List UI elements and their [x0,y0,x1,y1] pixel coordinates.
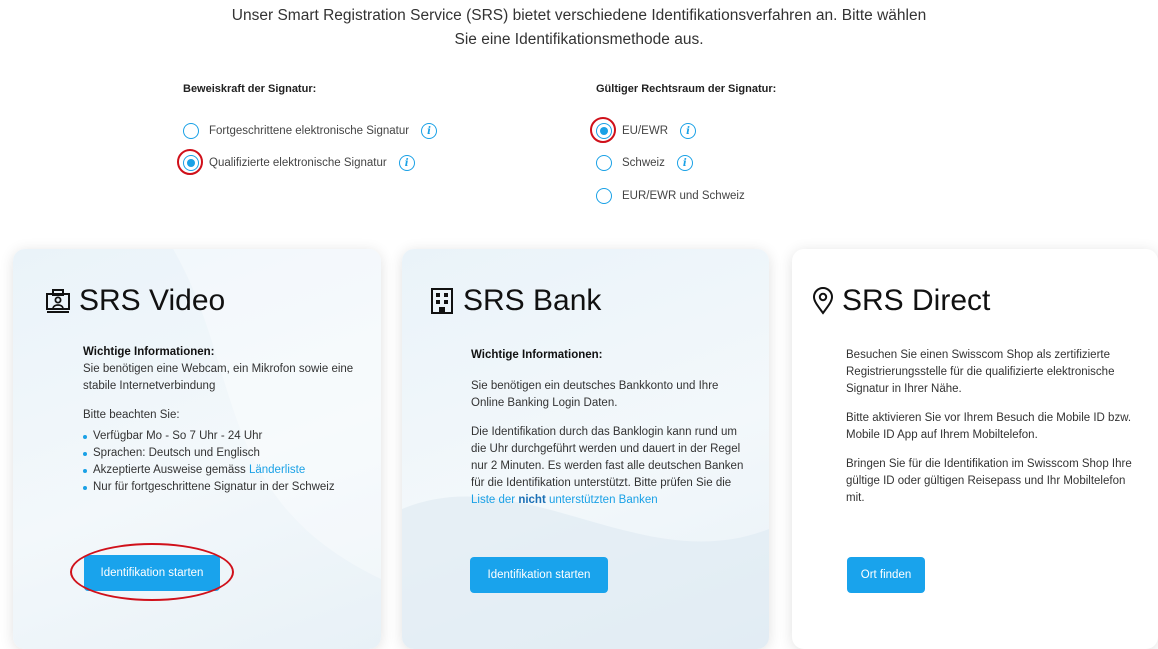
radio-selected-dot [187,159,195,167]
info-icon[interactable]: i [680,123,696,139]
bank-building-icon [431,288,453,314]
radio-advanced-signature[interactable]: Fortgeschrittene elektronische Signatur … [183,120,438,142]
radio-selected-dot [600,127,608,135]
info-icon[interactable]: i [676,155,693,171]
info-icon[interactable]: i [398,155,415,171]
radio-button[interactable] [596,123,612,139]
country-list-link[interactable]: Länderliste [249,464,305,476]
note-heading: Bitte beachten Sie: [83,409,180,421]
radio-button[interactable] [596,155,612,171]
radio-eu-ewr[interactable]: EU/EWR i [590,117,696,143]
card-title-text: SRS Bank [463,284,602,317]
card-title: SRS Video [45,284,225,318]
radio-label: Qualifizierte elektronische Signatur [209,157,387,169]
video-id-icon [46,289,70,313]
card-title: SRS Bank [429,284,601,318]
radio-label: EUR/EWR und Schweiz [622,190,745,202]
jurisdiction-title: Gültiger Rechtsraum der Signatur: [596,83,777,95]
intro-line-2: Sie eine Identifikationsmethode aus. [454,31,704,48]
card-srs-bank: SRS Bank Wichtige Informationen: Sie ben… [402,249,769,649]
bank-para-1: Sie benötigen ein deutsches Bankkonto un… [471,380,719,409]
start-bank-identification-button[interactable]: Identifikation starten [470,557,608,593]
radio-label: Schweiz [622,157,665,169]
radio-eur-ewr-schweiz[interactable]: EUR/EWR und Schweiz [596,185,745,207]
radio-button[interactable] [183,155,199,171]
card-title-text: SRS Video [79,284,226,317]
intro-text: Unser Smart Registration Service (SRS) b… [0,4,1158,52]
card-body: Wichtige Informationen: Sie benötigen ei… [83,344,358,496]
card-body: Besuchen Sie einen Swisscom Shop als zer… [846,347,1141,519]
card-srs-direct: SRS Direct Besuchen Sie einen Swisscom S… [792,249,1158,649]
find-location-button[interactable]: Ort finden [847,557,925,593]
info-heading: Wichtige Informationen: [471,349,603,361]
card-title: SRS Direct [812,284,990,318]
card-body: Wichtige Informationen: Sie benötigen ei… [471,347,751,521]
info-text: Sie benötigen eine Webcam, ein Mikrofon … [83,363,354,392]
direct-para-1: Besuchen Sie einen Swisscom Shop als zer… [846,349,1115,395]
list-item-text: Akzeptierte Ausweise gemäss [93,464,249,476]
list-item: Verfügbar Mo - So 7 Uhr - 24 Uhr [83,428,358,445]
bank-para-2-text: Die Identifikation durch das Banklogin k… [471,426,744,489]
card-srs-video: SRS Video Wichtige Informationen: Sie be… [13,249,381,649]
radio-button[interactable] [596,188,612,204]
radio-button[interactable] [183,123,199,139]
bank-para-2: Die Identifikation durch das Banklogin k… [471,424,751,509]
location-pin-icon [812,287,834,315]
link-part-2: unterstützten Banken [545,494,658,506]
radio-schweiz[interactable]: Schweiz i [596,152,693,174]
intro-line-1: Unser Smart Registration Service (SRS) b… [231,7,927,24]
direct-para-3: Bringen Sie für die Identifikation im Sw… [846,458,1132,504]
list-item: Nur für fortgeschrittene Signatur in der… [83,479,358,496]
list-item: Akzeptierte Ausweise gemäss Länderliste [83,462,358,479]
radio-label: EU/EWR [622,125,668,137]
list-item: Sprachen: Deutsch und Englisch [83,445,358,462]
card-title-text: SRS Direct [842,284,991,317]
bullet-list: Verfügbar Mo - So 7 Uhr - 24 Uhr Sprache… [83,428,358,496]
info-heading: Wichtige Informationen: [83,346,215,358]
radio-qualified-signature[interactable]: Qualifizierte elektronische Signatur i [177,149,415,175]
start-video-identification-button[interactable]: Identifikation starten [84,555,220,591]
info-icon[interactable]: i [421,123,438,139]
link-part-1: Liste der [471,494,519,506]
direct-para-2: Bitte aktivieren Sie vor Ihrem Besuch di… [846,412,1132,441]
signature-strength-title: Beweiskraft der Signatur: [183,83,317,95]
unsupported-banks-link[interactable]: Liste der nicht unterstützten Banken [471,494,658,506]
radio-label: Fortgeschrittene elektronische Signatur [209,125,410,137]
link-bold: nicht [518,494,546,506]
